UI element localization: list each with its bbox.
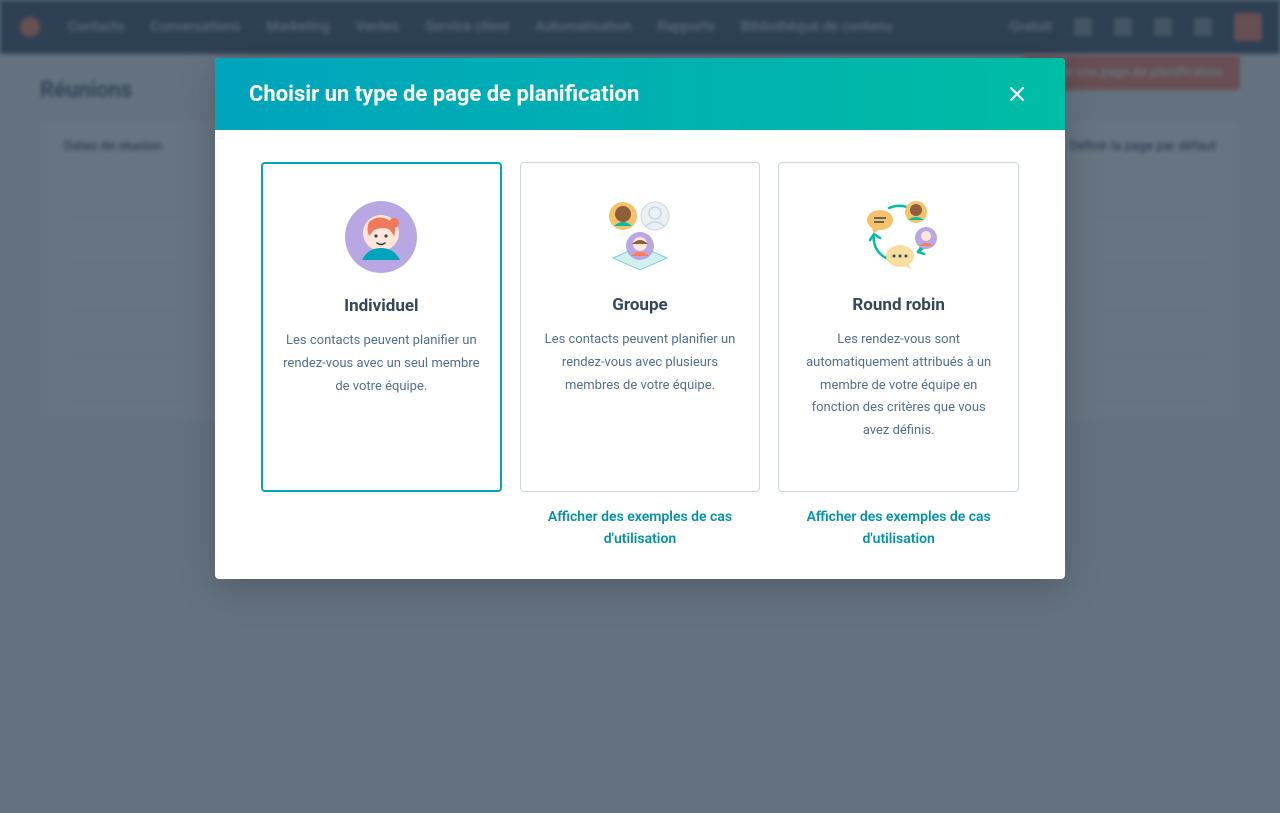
- close-button[interactable]: [1003, 80, 1031, 108]
- modal-overlay: Choisir un type de page de planification: [0, 0, 1280, 813]
- group-icon: [595, 191, 685, 281]
- card-title: Round robin: [852, 295, 945, 315]
- modal-title: Choisir un type de page de planification: [249, 82, 639, 107]
- modal-header: Choisir un type de page de planification: [215, 58, 1065, 130]
- use-cases-link-round-robin[interactable]: Afficher des exemples de cas d'utilisati…: [778, 506, 1019, 551]
- modal: Choisir un type de page de planification: [215, 58, 1065, 579]
- card-desc: Les contacts peuvent planifier un rendez…: [539, 329, 742, 397]
- close-icon: [1007, 84, 1027, 104]
- card-round-robin[interactable]: Round robin Les rendez-vous sont automat…: [778, 162, 1019, 492]
- card-desc: Les contacts peuvent planifier un rendez…: [281, 330, 482, 398]
- use-cases-link-groupe[interactable]: Afficher des exemples de cas d'utilisati…: [520, 506, 761, 551]
- card-title: Groupe: [612, 295, 667, 315]
- person-icon: [344, 192, 418, 282]
- card-individuel[interactable]: Individuel Les contacts peuvent planifie…: [261, 162, 502, 492]
- card-groupe[interactable]: Groupe Les contacts peuvent planifier un…: [520, 162, 761, 492]
- card-desc: Les rendez-vous sont automatiquement att…: [797, 329, 1000, 443]
- round-robin-icon: [854, 191, 944, 281]
- modal-body: Individuel Les contacts peuvent planifie…: [215, 130, 1065, 579]
- card-title: Individuel: [344, 296, 418, 316]
